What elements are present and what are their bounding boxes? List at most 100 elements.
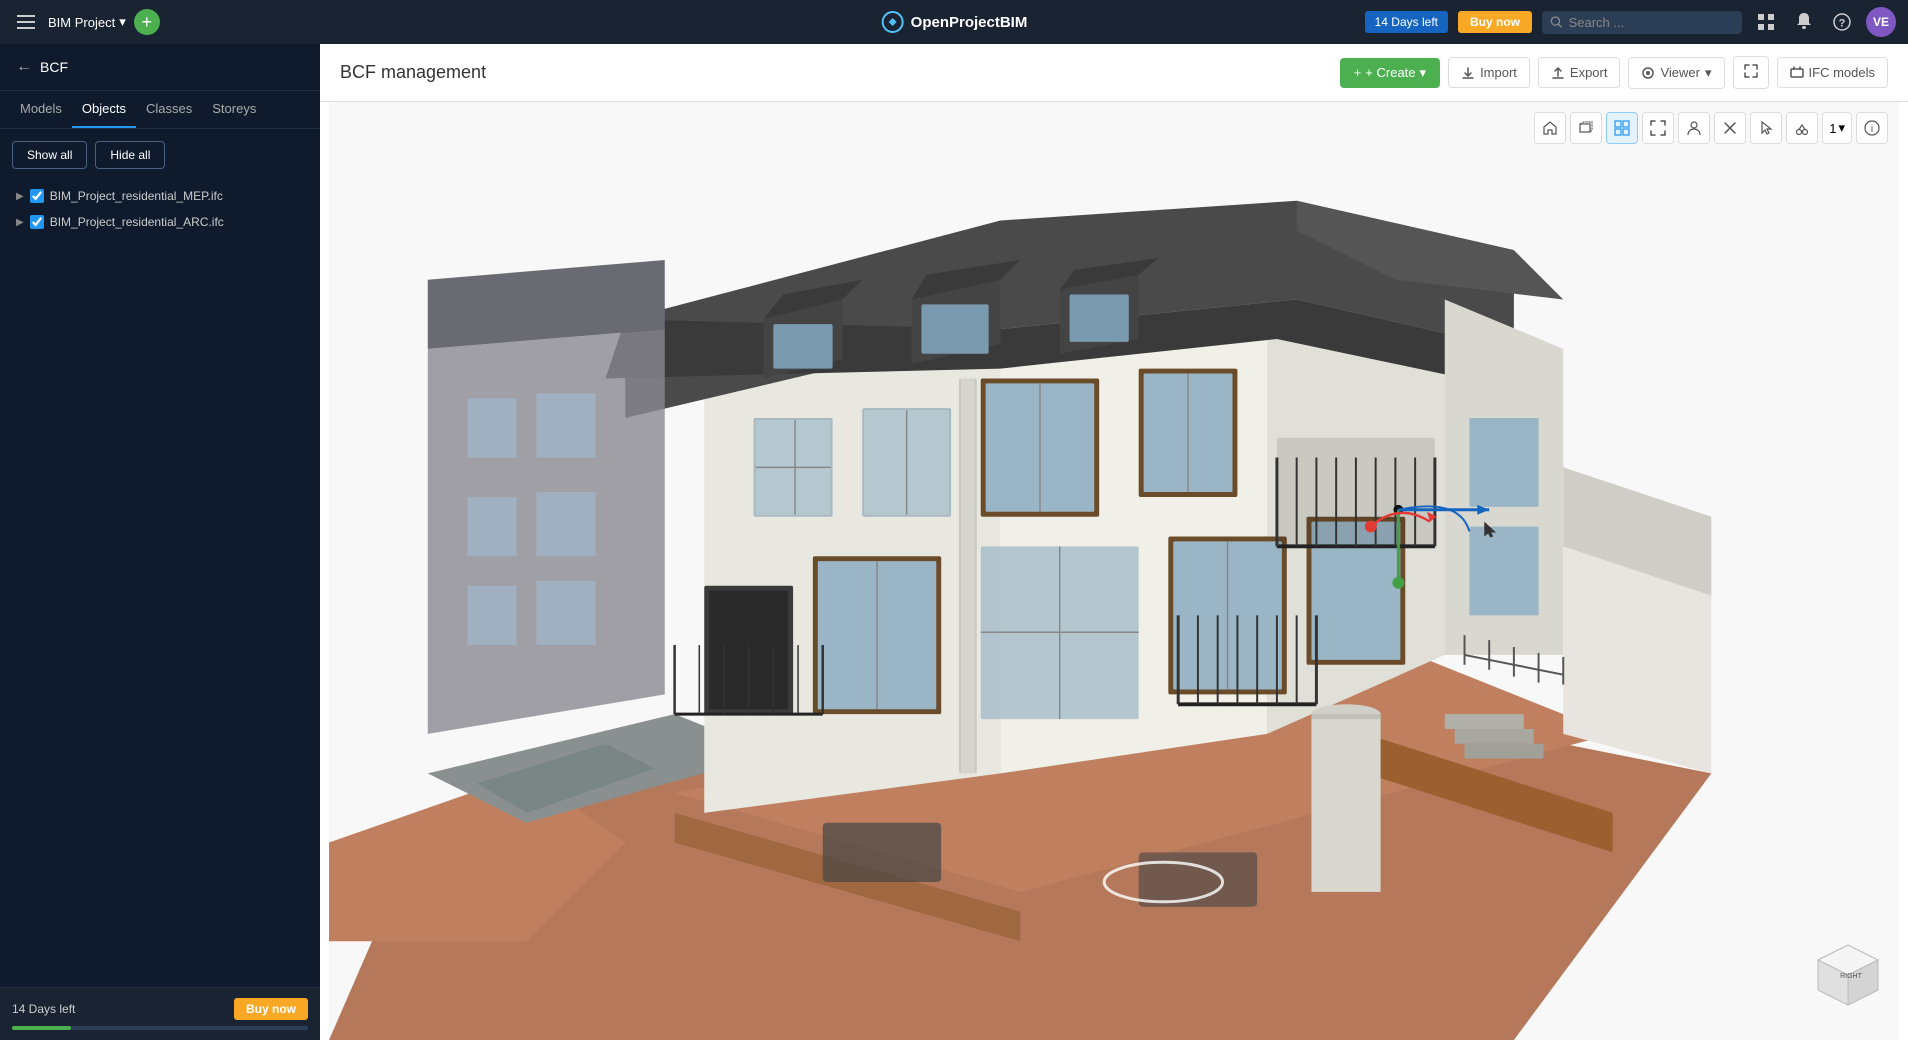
svg-text:?: ? <box>1839 18 1846 30</box>
tab-models[interactable]: Models <box>10 91 72 128</box>
section-box-button[interactable] <box>1570 112 1602 144</box>
export-button[interactable]: Export <box>1538 57 1621 88</box>
tab-classes[interactable]: Classes <box>136 91 202 128</box>
nav-cube-svg: RIGHT <box>1808 920 1888 1010</box>
help-icon[interactable]: ? <box>1828 8 1856 36</box>
hamburger-icon[interactable] <box>12 8 40 36</box>
viewer-dropdown-icon: ▾ <box>1705 65 1712 81</box>
tab-objects[interactable]: Objects <box>72 91 136 128</box>
trial-badge: 14 Days left <box>1365 11 1448 33</box>
viewer-icon <box>1641 66 1655 80</box>
home-icon <box>1542 120 1558 136</box>
add-project-button[interactable]: + <box>134 9 160 35</box>
home-view-button[interactable] <box>1534 112 1566 144</box>
avatar[interactable]: VE <box>1866 7 1896 37</box>
topbar-actions: + + Create ▾ Import Export Viewer ▾ <box>1340 56 1888 89</box>
project-selector[interactable]: BIM Project ▾ <box>48 14 126 30</box>
export-label: Export <box>1570 65 1608 80</box>
export-icon <box>1551 66 1565 80</box>
grid-view-icon <box>1614 120 1630 136</box>
model-arc-checkbox[interactable] <box>30 215 44 229</box>
scissors-icon <box>1794 120 1810 136</box>
navbar-left: BIM Project ▾ + <box>12 8 160 36</box>
model-arc-item[interactable]: ▶ BIM_Project_residential_ARC.ifc <box>12 209 308 235</box>
model-toggle-buttons: Show all Hide all <box>12 141 308 169</box>
svg-text:RIGHT: RIGHT <box>1840 973 1863 980</box>
search-input[interactable] <box>1569 15 1734 30</box>
sidebar: ← BCF Models Objects Classes Storeys Sho… <box>0 44 320 1040</box>
main-content: BCF management + + Create ▾ Import Expor… <box>320 44 1908 1040</box>
model-mep-label: BIM_Project_residential_MEP.ifc <box>50 189 223 203</box>
model-mep-item[interactable]: ▶ BIM_Project_residential_MEP.ifc <box>12 183 308 209</box>
topbar: BCF management + + Create ▾ Import Expor… <box>320 44 1908 102</box>
show-all-button[interactable]: Show all <box>12 141 87 169</box>
import-label: Import <box>1480 65 1517 80</box>
project-dropdown-icon: ▾ <box>119 14 126 30</box>
info-button[interactable]: i <box>1856 112 1888 144</box>
tab-storeys[interactable]: Storeys <box>202 91 266 128</box>
search-box[interactable] <box>1542 11 1742 34</box>
create-label: + Create <box>1365 65 1415 80</box>
sidebar-back-button[interactable]: ← <box>16 58 32 76</box>
import-button[interactable]: Import <box>1448 57 1530 88</box>
create-dropdown-icon: ▾ <box>1420 65 1427 81</box>
footer-progress-fill <box>12 1026 71 1030</box>
clipping-icon <box>1722 120 1738 136</box>
cursor-icon <box>1758 120 1774 136</box>
ifc-models-label: IFC models <box>1809 65 1875 80</box>
hide-all-button[interactable]: Hide all <box>95 141 165 169</box>
viewer-button[interactable]: Viewer ▾ <box>1628 57 1724 89</box>
viewer-area: 1 ▾ i <box>320 102 1908 1040</box>
fit-view-icon <box>1650 120 1666 136</box>
create-button[interactable]: + + Create ▾ <box>1340 58 1440 88</box>
tree-expand-icon-arc: ▶ <box>16 217 24 228</box>
viewer-toolbar: 1 ▾ i <box>1534 112 1888 144</box>
select-button[interactable] <box>1750 112 1782 144</box>
notification-icon[interactable] <box>1790 8 1818 36</box>
person-icon <box>1686 120 1702 136</box>
project-name: BIM Project <box>48 15 115 30</box>
cut-button[interactable] <box>1786 112 1818 144</box>
model-arc-label: BIM_Project_residential_ARC.ifc <box>50 215 224 229</box>
section-box-icon <box>1578 120 1594 136</box>
apps-grid-icon[interactable] <box>1752 8 1780 36</box>
ifc-icon <box>1790 66 1804 80</box>
buy-now-button[interactable]: Buy now <box>1458 11 1532 33</box>
logo-text: OpenProjectBIM <box>911 14 1028 31</box>
ifc-models-button[interactable]: IFC models <box>1777 57 1888 88</box>
navbar-logo: OpenProjectBIM <box>881 10 1028 34</box>
level-dropdown-icon: ▾ <box>1838 120 1845 136</box>
sidebar-tabs: Models Objects Classes Storeys <box>0 91 320 129</box>
footer-trial: 14 Days left Buy now <box>12 998 308 1020</box>
top-navbar: BIM Project ▾ + OpenProjectBIM 14 Days l… <box>0 0 1908 44</box>
footer-buy-button[interactable]: Buy now <box>234 998 308 1020</box>
viewer-label: Viewer <box>1660 65 1700 80</box>
level-selector[interactable]: 1 ▾ <box>1822 112 1852 144</box>
expand-icon <box>1744 64 1758 78</box>
clipping-button[interactable] <box>1714 112 1746 144</box>
logo-icon <box>881 10 905 34</box>
sidebar-header: ← BCF <box>0 44 320 91</box>
model-mep-checkbox[interactable] <box>30 189 44 203</box>
page-title: BCF management <box>340 62 486 83</box>
level-label: 1 <box>1829 121 1836 136</box>
info-icon: i <box>1864 120 1880 136</box>
fit-view-button[interactable] <box>1642 112 1674 144</box>
import-icon <box>1461 66 1475 80</box>
search-icon <box>1550 15 1563 29</box>
sidebar-footer: 14 Days left Buy now <box>0 987 320 1040</box>
footer-progress-bar <box>12 1026 308 1030</box>
grid-view-button[interactable] <box>1606 112 1638 144</box>
footer-trial-text: 14 Days left <box>12 1002 75 1016</box>
navbar-right: 14 Days left Buy now ? VE <box>1365 7 1896 37</box>
create-plus-icon: + <box>1354 65 1362 80</box>
3d-building-scene <box>320 102 1908 1040</box>
person-view-button[interactable] <box>1678 112 1710 144</box>
sidebar-section-title: BCF <box>40 59 68 75</box>
main-layout: ← BCF Models Objects Classes Storeys Sho… <box>0 44 1908 1040</box>
sidebar-content: Show all Hide all ▶ BIM_Project_resident… <box>0 129 320 987</box>
nav-cube[interactable]: RIGHT <box>1808 920 1888 1000</box>
tree-expand-icon-mep: ▶ <box>16 191 24 202</box>
expand-button[interactable] <box>1733 56 1769 89</box>
svg-text:i: i <box>1871 124 1873 135</box>
